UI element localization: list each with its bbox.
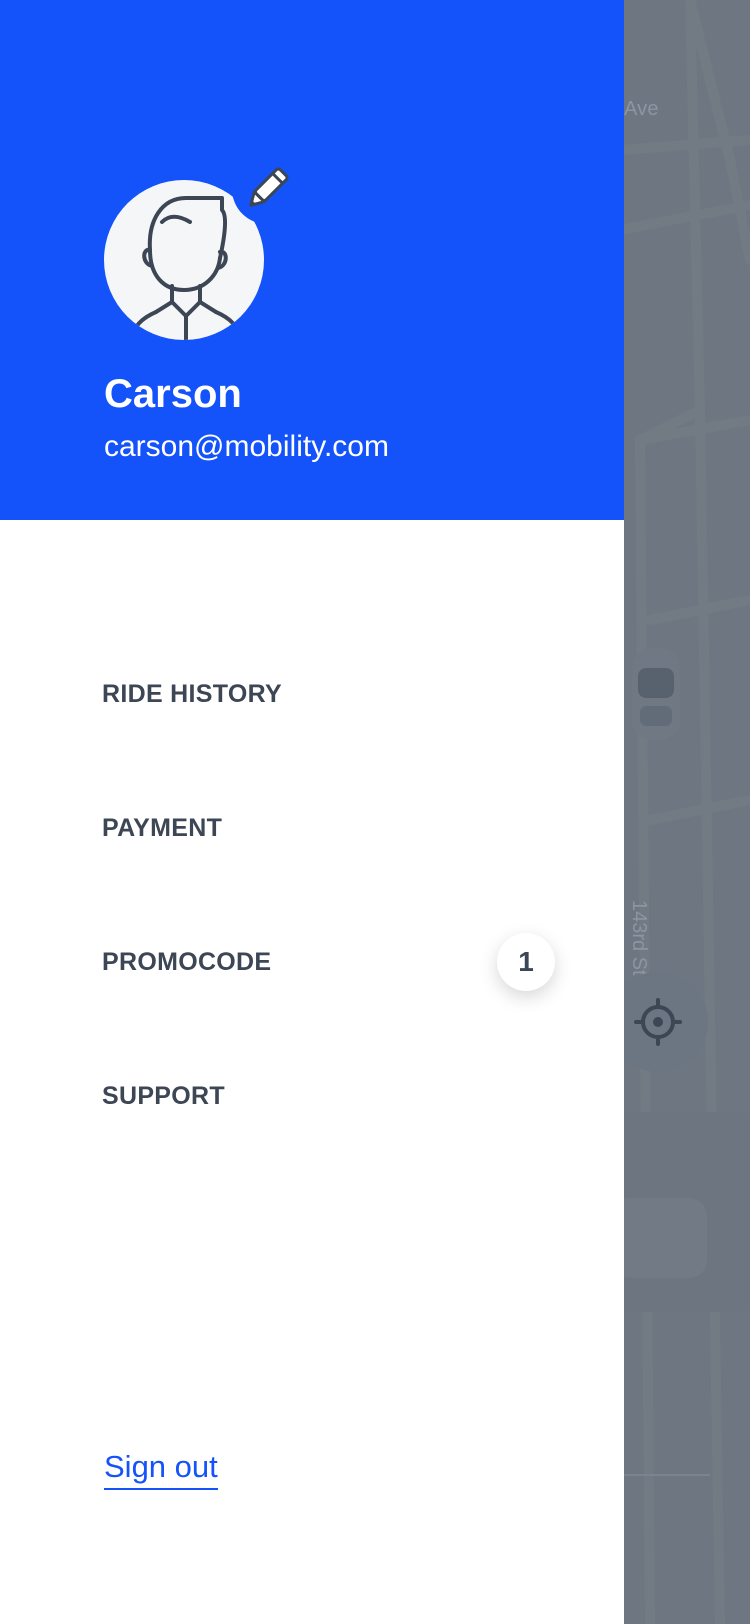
menu-item-payment[interactable]: PAYMENT	[0, 774, 624, 884]
map-street-label: 143rd St	[628, 900, 650, 976]
map-divider	[612, 1474, 710, 1476]
menu-item-label: PAYMENT	[102, 814, 223, 842]
user-email: carson@mobility.com	[104, 430, 389, 463]
ride-request-field	[612, 1198, 707, 1278]
menu-item-ride-history[interactable]: RIDE HISTORY	[0, 640, 624, 750]
app-screen: Ave 143rd St Carson carson@mobility.com …	[0, 0, 750, 1624]
user-name: Carson	[104, 372, 242, 416]
drawer-header: Carson carson@mobility.com	[0, 0, 624, 520]
pencil-icon	[249, 167, 289, 207]
menu-item-promocode[interactable]: PROMOCODE 1	[0, 908, 624, 1018]
crosshair-icon	[634, 998, 682, 1046]
map-street-label: Ave	[624, 98, 659, 120]
promocode-count-badge: 1	[497, 933, 555, 991]
menu-item-label: PROMOCODE	[102, 948, 272, 976]
menu-item-support[interactable]: SUPPORT	[0, 1042, 624, 1152]
menu-item-label: SUPPORT	[102, 1082, 225, 1110]
sign-out-link[interactable]: Sign out	[104, 1448, 218, 1490]
side-drawer: Carson carson@mobility.com RIDE HISTORY …	[0, 0, 624, 1624]
menu-item-label: RIDE HISTORY	[102, 680, 283, 708]
edit-profile-button[interactable]	[232, 154, 302, 224]
